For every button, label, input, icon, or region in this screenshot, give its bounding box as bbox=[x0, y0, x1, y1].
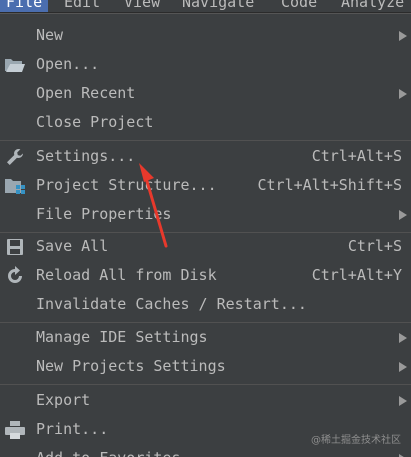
menu-item-open-recent[interactable]: Open Recent bbox=[0, 79, 411, 108]
menu-item-new-projects-settings[interactable]: New Projects Settings bbox=[0, 352, 411, 381]
menubar-code[interactable]: Code bbox=[281, 0, 317, 12]
menu-item-label: New bbox=[36, 26, 64, 44]
menu-item-manage-ide-settings[interactable]: Manage IDE Settings bbox=[0, 323, 411, 352]
submenu-arrow-icon bbox=[399, 89, 407, 99]
menu-item-label: Invalidate Caches / Restart... bbox=[36, 295, 307, 313]
menu-item-label: Reload All from Disk bbox=[36, 266, 217, 284]
menu-item-label: Open... bbox=[36, 55, 100, 73]
menu-item-shortcut: Ctrl+Alt+Shift+S bbox=[257, 176, 403, 194]
menu-item-project-structure[interactable]: Project Structure... Ctrl+Alt+Shift+S bbox=[0, 171, 411, 200]
submenu-arrow-icon bbox=[399, 31, 407, 41]
separator bbox=[0, 384, 411, 385]
menubar-view[interactable]: View bbox=[124, 0, 160, 12]
menu-bar: File Edit View Navigate Code Analyze bbox=[0, 0, 411, 13]
menu-item-label: Open Recent bbox=[36, 84, 136, 102]
menu-item-shortcut: Ctrl+Alt+S bbox=[311, 147, 402, 165]
save-icon bbox=[4, 237, 26, 257]
menubar-file[interactable]: File bbox=[0, 0, 49, 12]
menu-item-label: New Projects Settings bbox=[36, 357, 226, 375]
menu-item-export[interactable]: Export bbox=[0, 386, 411, 415]
menu-item-save-all[interactable]: Save All Ctrl+S bbox=[0, 232, 411, 261]
menu-item-label: Print... bbox=[36, 420, 109, 438]
separator bbox=[0, 140, 411, 141]
menu-item-new[interactable]: New bbox=[0, 21, 411, 50]
menu-item-label: Close Project bbox=[36, 113, 154, 131]
menu-item-close-project[interactable]: Close Project bbox=[0, 108, 411, 137]
submenu-arrow-icon bbox=[399, 362, 407, 372]
submenu-arrow-icon bbox=[399, 210, 407, 220]
menubar-edit[interactable]: Edit bbox=[64, 0, 100, 12]
menu-item-reload-all[interactable]: Reload All from Disk Ctrl+Alt+Y bbox=[0, 261, 411, 290]
menu-item-label: Settings... bbox=[36, 147, 136, 165]
project-structure-icon bbox=[4, 176, 26, 196]
wrench-icon bbox=[4, 147, 26, 167]
menu-item-open[interactable]: Open... bbox=[0, 50, 411, 79]
menubar-analyze[interactable]: Analyze bbox=[341, 0, 404, 12]
menu-item-shortcut: Ctrl+Alt+Y bbox=[311, 266, 402, 284]
menu-item-shortcut: Ctrl+S bbox=[347, 237, 402, 255]
reload-icon bbox=[4, 266, 26, 286]
folder-open-icon bbox=[4, 55, 26, 75]
menu-item-settings[interactable]: Settings... Ctrl+Alt+S bbox=[0, 142, 411, 171]
menu-item-label: Manage IDE Settings bbox=[36, 328, 208, 346]
menu-item-label: Save All bbox=[36, 237, 109, 255]
menu-item-label: Export bbox=[36, 391, 91, 409]
menu-item-label: Add to Favorites bbox=[36, 444, 181, 457]
menu-item-label: Project Structure... bbox=[36, 176, 217, 194]
printer-icon bbox=[4, 420, 26, 440]
menubar-navigate[interactable]: Navigate bbox=[182, 0, 254, 12]
menu-item-label: File Properties bbox=[36, 205, 172, 223]
menu-item-file-properties[interactable]: File Properties bbox=[0, 200, 411, 229]
menu-item-invalidate-caches[interactable]: Invalidate Caches / Restart... bbox=[0, 290, 411, 319]
submenu-arrow-icon bbox=[399, 333, 407, 343]
file-menu: New Open... Open Recent Close Project Se… bbox=[0, 13, 411, 457]
submenu-arrow-icon bbox=[399, 396, 407, 406]
watermark: @稀土掘金技术社区 bbox=[311, 435, 401, 446]
